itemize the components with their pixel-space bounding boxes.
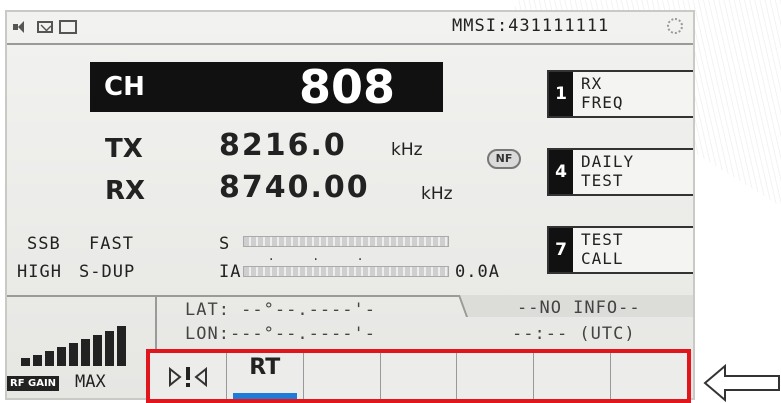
channel-label: CH	[104, 72, 145, 102]
tab-empty[interactable]	[304, 353, 381, 399]
softkey-number: 1	[549, 72, 573, 116]
mode-high: HIGH	[17, 262, 62, 282]
gain-bar	[45, 351, 54, 366]
tab-label: RT	[249, 355, 281, 380]
ia-meter	[243, 266, 449, 277]
tab-rt[interactable]: RT	[227, 353, 304, 399]
tx-frequency: 8216.0	[219, 128, 347, 163]
tab-empty[interactable]	[457, 353, 535, 399]
longitude: LON:---°--.----'-	[185, 324, 376, 344]
latitude: LAT: --°--.----'-	[185, 300, 376, 320]
tab-empty[interactable]	[381, 353, 458, 399]
softkey-line1: DAILY	[581, 152, 635, 171]
softkey-test-call[interactable]: 7 TEST CALL	[547, 226, 693, 274]
tx-unit: kHz	[391, 140, 423, 160]
speaker-icon	[13, 20, 31, 34]
rf-gain-label: RF GAIN	[7, 376, 60, 391]
softkey-line2: TEST	[581, 171, 624, 190]
s-meter	[243, 236, 449, 247]
rx-unit: kHz	[421, 184, 453, 204]
mail-send-icon	[59, 20, 77, 34]
mmsi-readout: MMSI:431111111	[452, 16, 610, 36]
gain-bar	[33, 355, 42, 366]
ia-reading: 0.0A	[455, 262, 500, 282]
gain-bar	[117, 326, 126, 366]
channel-number: 808	[298, 60, 395, 114]
gain-bar	[21, 358, 30, 366]
gain-bar	[81, 339, 90, 366]
status-icons	[13, 18, 77, 36]
status-bar: MMSI:431111111	[7, 12, 693, 45]
gain-bar	[69, 343, 78, 366]
softkey-daily-test[interactable]: 4 DAILY TEST	[547, 148, 693, 196]
tab-empty[interactable]	[534, 353, 612, 399]
rf-gain-level: MAX	[75, 372, 106, 392]
rx-frequency: 8740.00	[219, 170, 370, 205]
divider-vertical	[155, 297, 157, 357]
rf-gain-bars	[9, 324, 139, 366]
tab-warning[interactable]	[150, 353, 227, 399]
softkey-line1: RX	[581, 74, 603, 93]
mode-fast: FAST	[89, 234, 134, 254]
function-tab-bar: RT	[146, 349, 691, 403]
info-status: --NO INFO--	[517, 298, 641, 318]
spinner-icon	[667, 18, 683, 34]
softkey-number: 4	[549, 150, 573, 194]
utc-time: --:-- (UTC)	[512, 324, 636, 344]
tx-label: TX	[105, 134, 143, 164]
meter-ia-label: IA	[219, 262, 242, 282]
rx-label: RX	[105, 176, 146, 206]
softkey-line2: CALL	[581, 249, 624, 268]
gain-bar	[105, 331, 114, 366]
softkey-rx-freq[interactable]: 1 RX FREQ	[547, 70, 693, 118]
left-arrow-icon	[703, 363, 780, 403]
tab-empty[interactable]	[611, 353, 687, 399]
channel-box: CH 808	[90, 60, 443, 114]
nf-badge[interactable]: NF	[487, 149, 521, 169]
softkey-number: 7	[549, 228, 573, 272]
radio-display: MMSI:431111111 CH 808 TX 8216.0 kHz RX 8…	[5, 10, 695, 400]
mail-icon	[37, 21, 53, 33]
mode-ssb: SSB	[27, 234, 61, 254]
gain-bar	[93, 335, 102, 366]
softkey-line1: TEST	[581, 230, 624, 249]
gain-bar	[57, 347, 66, 366]
softkey-line2: FREQ	[581, 93, 624, 112]
mode-s-dup: S-DUP	[79, 262, 136, 282]
meter-s-label: S	[219, 234, 231, 254]
warning-icon	[169, 366, 207, 388]
